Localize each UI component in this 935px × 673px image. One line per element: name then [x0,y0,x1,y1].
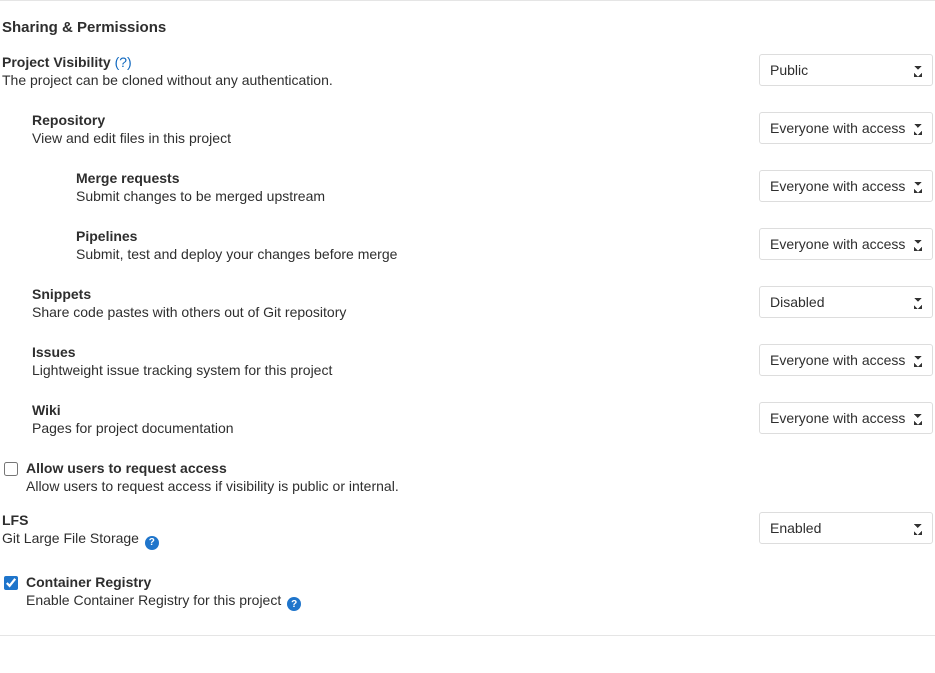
container-registry-desc: Enable Container Registry for this proje… [26,592,301,612]
request-access-row: Allow users to request access Allow user… [2,460,933,494]
issues-desc: Lightweight issue tracking system for th… [32,362,739,378]
pipelines-title: Pipelines [76,228,739,244]
request-access-title: Allow users to request access [26,460,399,476]
repository-title: Repository [32,112,739,128]
container-registry-checkbox[interactable] [4,576,18,590]
issues-select[interactable]: Everyone with accessOnly project members… [759,344,933,376]
lfs-select[interactable]: EnabledDisabled [759,512,933,544]
request-access-checkbox[interactable] [4,462,18,476]
wiki-row: Wiki Pages for project documentation Eve… [2,402,933,450]
pipelines-row: Pipelines Submit, test and deploy your c… [2,228,933,276]
merge-requests-desc: Submit changes to be merged upstream [76,188,739,204]
lfs-desc: Git Large File Storage ? [2,530,739,550]
wiki-title: Wiki [32,402,739,418]
project-visibility-help-link[interactable]: (?) [115,54,132,70]
snippets-row: Snippets Share code pastes with others o… [2,286,933,334]
repository-select[interactable]: Everyone with accessOnly project members… [759,112,933,144]
project-visibility-select[interactable]: PublicInternalPrivate [759,54,933,86]
wiki-desc: Pages for project documentation [32,420,739,436]
pipelines-desc: Submit, test and deploy your changes bef… [76,246,739,262]
merge-requests-select[interactable]: Everyone with accessOnly project members… [759,170,933,202]
issues-row: Issues Lightweight issue tracking system… [2,344,933,392]
merge-requests-row: Merge requests Submit changes to be merg… [2,170,933,218]
lfs-row: LFS Git Large File Storage ? EnabledDisa… [2,512,933,564]
project-visibility-row: Project Visibility (?) The project can b… [2,54,933,102]
question-circle-icon[interactable]: ? [287,597,301,611]
question-circle-icon[interactable]: ? [145,536,159,550]
repository-row: Repository View and edit files in this p… [2,112,933,160]
wiki-select[interactable]: Everyone with accessOnly project members… [759,402,933,434]
project-visibility-title: Project Visibility (?) [2,54,739,70]
container-registry-row: Container Registry Enable Container Regi… [2,574,933,612]
project-visibility-title-text: Project Visibility [2,54,111,70]
merge-requests-title: Merge requests [76,170,739,186]
pipelines-select[interactable]: Everyone with accessOnly project members… [759,228,933,260]
snippets-desc: Share code pastes with others out of Git… [32,304,739,320]
project-visibility-desc: The project can be cloned without any au… [2,72,739,88]
snippets-select[interactable]: Everyone with accessOnly project members… [759,286,933,318]
container-registry-title: Container Registry [26,574,301,590]
snippets-title: Snippets [32,286,739,302]
container-registry-desc-text: Enable Container Registry for this proje… [26,592,281,608]
lfs-desc-text: Git Large File Storage [2,530,139,546]
request-access-desc: Allow users to request access if visibil… [26,478,399,494]
section-heading: Sharing & Permissions [2,19,933,36]
issues-title: Issues [32,344,739,360]
lfs-title: LFS [2,512,739,528]
repository-desc: View and edit files in this project [32,130,739,146]
sharing-permissions-section: Sharing & Permissions Project Visibility… [0,0,935,636]
